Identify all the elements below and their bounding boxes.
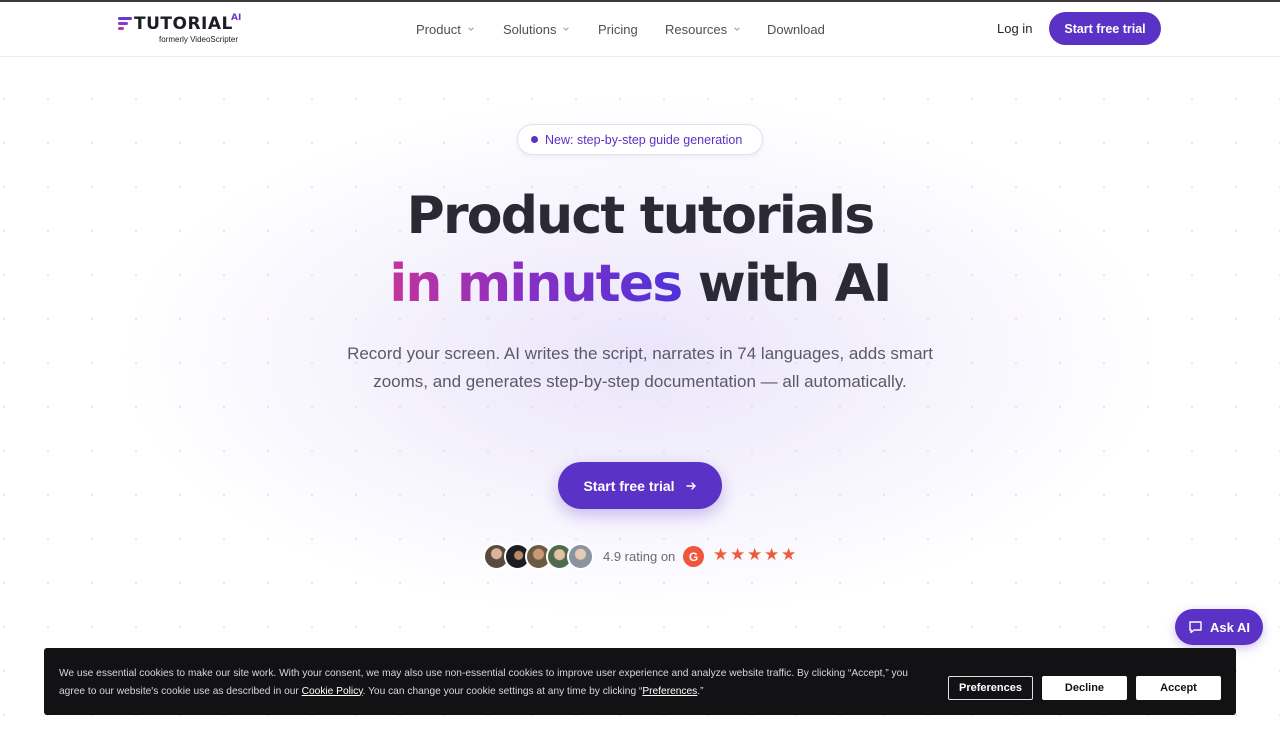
cookie-decline-button[interactable]: Decline — [1042, 676, 1127, 700]
cookie-text-part: . You can change your cookie settings at… — [362, 685, 643, 697]
cookie-banner: We use essential cookies to make our sit… — [44, 648, 1236, 715]
cta-label: Start free trial — [583, 477, 675, 494]
ask-ai-label: Ask AI — [1210, 619, 1250, 635]
logo[interactable]: TUTORIAL AI formerly VideoScripter — [118, 13, 248, 46]
nav-item-pricing[interactable]: Pricing — [598, 21, 638, 37]
avatar — [567, 543, 594, 570]
announcement-badge[interactable]: New: step-by-step guide generation — [517, 124, 763, 155]
hero-title-highlight: in minutes — [389, 254, 683, 314]
site-header: TUTORIAL AI formerly VideoScripter Produ… — [0, 2, 1280, 57]
hero-title-line1: Product tutorials — [406, 186, 876, 246]
ask-ai-button[interactable]: Ask AI — [1175, 609, 1263, 645]
hero-subtitle: Record your screen. AI writes the script… — [347, 344, 933, 391]
cookie-text-part: .” — [697, 685, 704, 697]
nav-item-product[interactable]: Product — [416, 21, 475, 37]
hero-title-line2: in minutes with AI — [0, 254, 1280, 314]
arrow-right-icon — [685, 481, 696, 490]
user-avatars — [483, 543, 595, 571]
logo-formerly-text: formerly VideoScripter — [159, 35, 238, 44]
chevron-down-icon — [563, 27, 570, 31]
star-icon: ★ — [764, 545, 780, 564]
cookie-preferences-link[interactable]: Preferences — [642, 686, 697, 697]
star-icon: ★ — [713, 545, 729, 564]
rating-text: 4.9 rating on — [603, 549, 676, 564]
logo-ai-mark: AI — [231, 13, 242, 23]
chevron-down-icon — [734, 27, 740, 31]
nav-item-download[interactable]: Download — [767, 21, 825, 37]
badge-dot-icon — [531, 136, 538, 143]
cookie-accept-button[interactable]: Accept — [1136, 676, 1221, 700]
nav-item-label: Product — [416, 21, 461, 37]
cookie-preferences-button[interactable]: Preferences — [948, 676, 1033, 700]
chevron-down-icon — [468, 27, 474, 31]
nav-item-label: Solutions — [503, 21, 557, 37]
nav-item-label: Download — [767, 21, 825, 37]
chat-bubble-icon — [1189, 621, 1202, 634]
hero-start-trial-button[interactable]: Start free trial — [558, 462, 722, 509]
g2-logo-icon: G — [683, 546, 704, 567]
star-icon: ★ — [730, 545, 746, 564]
nav-item-resources[interactable]: Resources — [665, 21, 741, 37]
badge-text: New: step-by-step guide generation — [545, 132, 743, 147]
nav-item-label: Pricing — [598, 21, 638, 37]
star-rating: ★ ★ ★ ★ ★ — [713, 546, 796, 566]
cookie-policy-link[interactable]: Cookie Policy — [302, 686, 363, 697]
star-icon: ★ — [781, 545, 797, 564]
hero-title-rest: with AI — [681, 254, 893, 314]
logo-mark-icon — [118, 17, 132, 31]
nav-item-label: Resources — [665, 21, 728, 37]
login-link[interactable]: Log in — [997, 21, 1032, 36]
header-start-trial-button[interactable]: Start free trial — [1049, 12, 1161, 45]
star-icon: ★ — [747, 545, 763, 564]
cookie-message: We use essential cookies to make our sit… — [59, 665, 929, 700]
nav-item-solutions[interactable]: Solutions — [503, 21, 570, 37]
logo-wordmark: TUTORIAL — [134, 14, 233, 34]
